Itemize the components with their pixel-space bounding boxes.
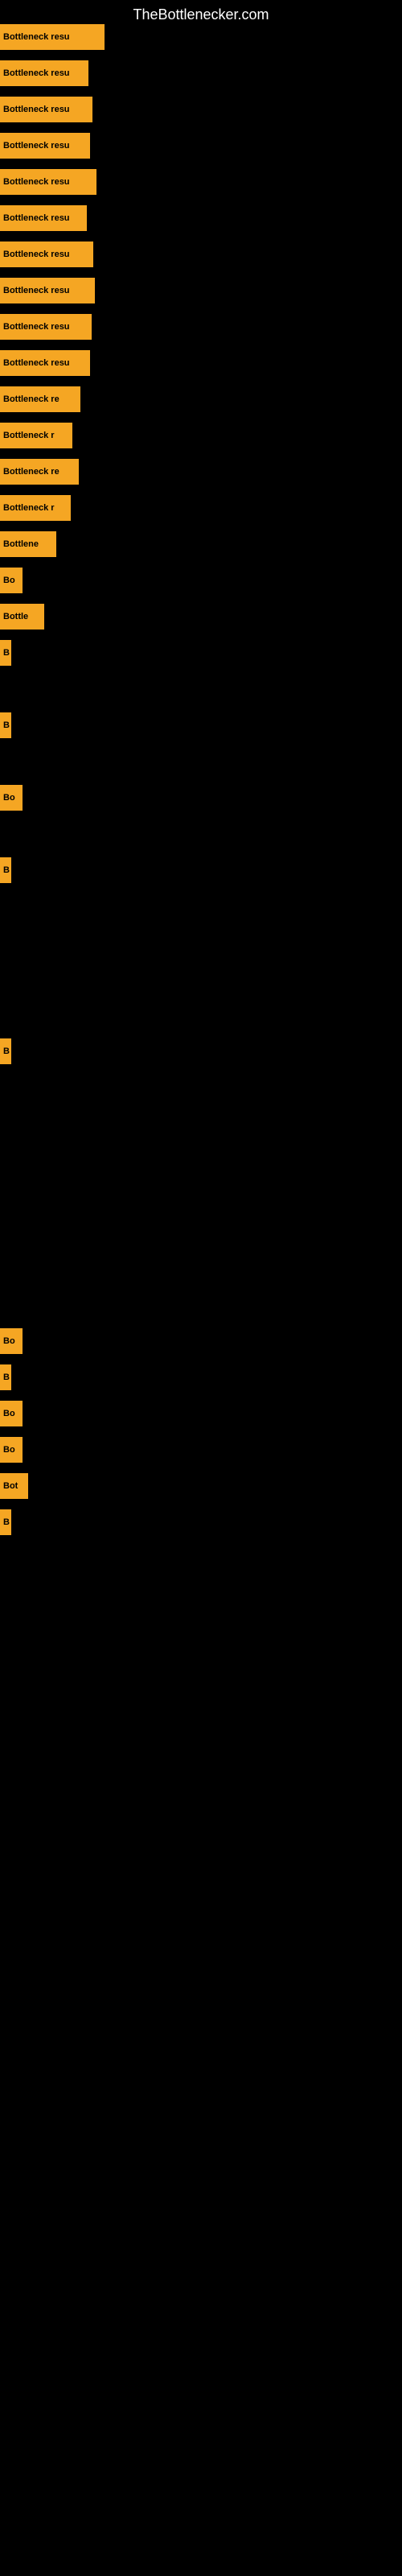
bar: Bottleneck re — [0, 459, 79, 485]
bar-item: B — [0, 640, 11, 666]
bar-item: Bottleneck re — [0, 386, 80, 412]
bar: Bo — [0, 1437, 23, 1463]
bar: Bottleneck resu — [0, 205, 87, 231]
bar: Bottleneck re — [0, 386, 80, 412]
bar: Bottle — [0, 604, 44, 630]
bar-item: Bottleneck resu — [0, 242, 93, 267]
bar: B — [0, 857, 11, 883]
bar: Bot — [0, 1473, 28, 1499]
bar-item: Bottleneck resu — [0, 60, 88, 86]
bar-item: Bo — [0, 1328, 23, 1354]
bar-item: Bottleneck re — [0, 459, 79, 485]
bar-item: B — [0, 712, 11, 738]
bar: Bottleneck resu — [0, 24, 105, 50]
bar: B — [0, 1364, 11, 1390]
bar-item: Bottleneck resu — [0, 205, 87, 231]
bar-item: Bottleneck r — [0, 423, 72, 448]
bar-item: Bottlene — [0, 531, 56, 557]
bar-item: B — [0, 1509, 11, 1535]
bar-item: B — [0, 857, 11, 883]
bar-item: Bottleneck resu — [0, 169, 96, 195]
bar: Bottleneck resu — [0, 242, 93, 267]
bar-item: Bo — [0, 785, 23, 811]
bar: Bottleneck resu — [0, 350, 90, 376]
bar-item: Bo — [0, 1437, 23, 1463]
bar: Bo — [0, 568, 23, 593]
bar-item: Bottleneck resu — [0, 350, 90, 376]
bar: Bottleneck resu — [0, 278, 95, 303]
bar-item: Bottleneck resu — [0, 314, 92, 340]
bar-item: Bottleneck resu — [0, 133, 90, 159]
bar: Bottleneck resu — [0, 60, 88, 86]
bar-item: Bottleneck resu — [0, 97, 92, 122]
bar: B — [0, 1509, 11, 1535]
bar: B — [0, 1038, 11, 1064]
site-title: TheBottlenecker.com — [0, 0, 402, 27]
bar: Bo — [0, 785, 23, 811]
bar: Bottleneck resu — [0, 97, 92, 122]
bar-item: B — [0, 1364, 11, 1390]
bar: B — [0, 640, 11, 666]
chart-container: TheBottlenecker.com Bottleneck resu Bottl… — [0, 0, 402, 2576]
bar: Bottleneck r — [0, 423, 72, 448]
bar: Bo — [0, 1328, 23, 1354]
bar-item: Bottle — [0, 604, 44, 630]
bar: Bo — [0, 1401, 23, 1426]
bar-item: Bo — [0, 1401, 23, 1426]
bar-item: Bottleneck resu — [0, 278, 95, 303]
bar-item: Bot — [0, 1473, 28, 1499]
bar-item: Bottleneck r — [0, 495, 71, 521]
bar: Bottlene — [0, 531, 56, 557]
bar: Bottleneck resu — [0, 169, 96, 195]
bar: Bottleneck r — [0, 495, 71, 521]
bar: Bottleneck resu — [0, 133, 90, 159]
bar: Bottleneck resu — [0, 314, 92, 340]
bar: B — [0, 712, 11, 738]
bar-item: B — [0, 1038, 11, 1064]
bar-item: Bottleneck resu — [0, 24, 105, 50]
bar-item: Bo — [0, 568, 23, 593]
